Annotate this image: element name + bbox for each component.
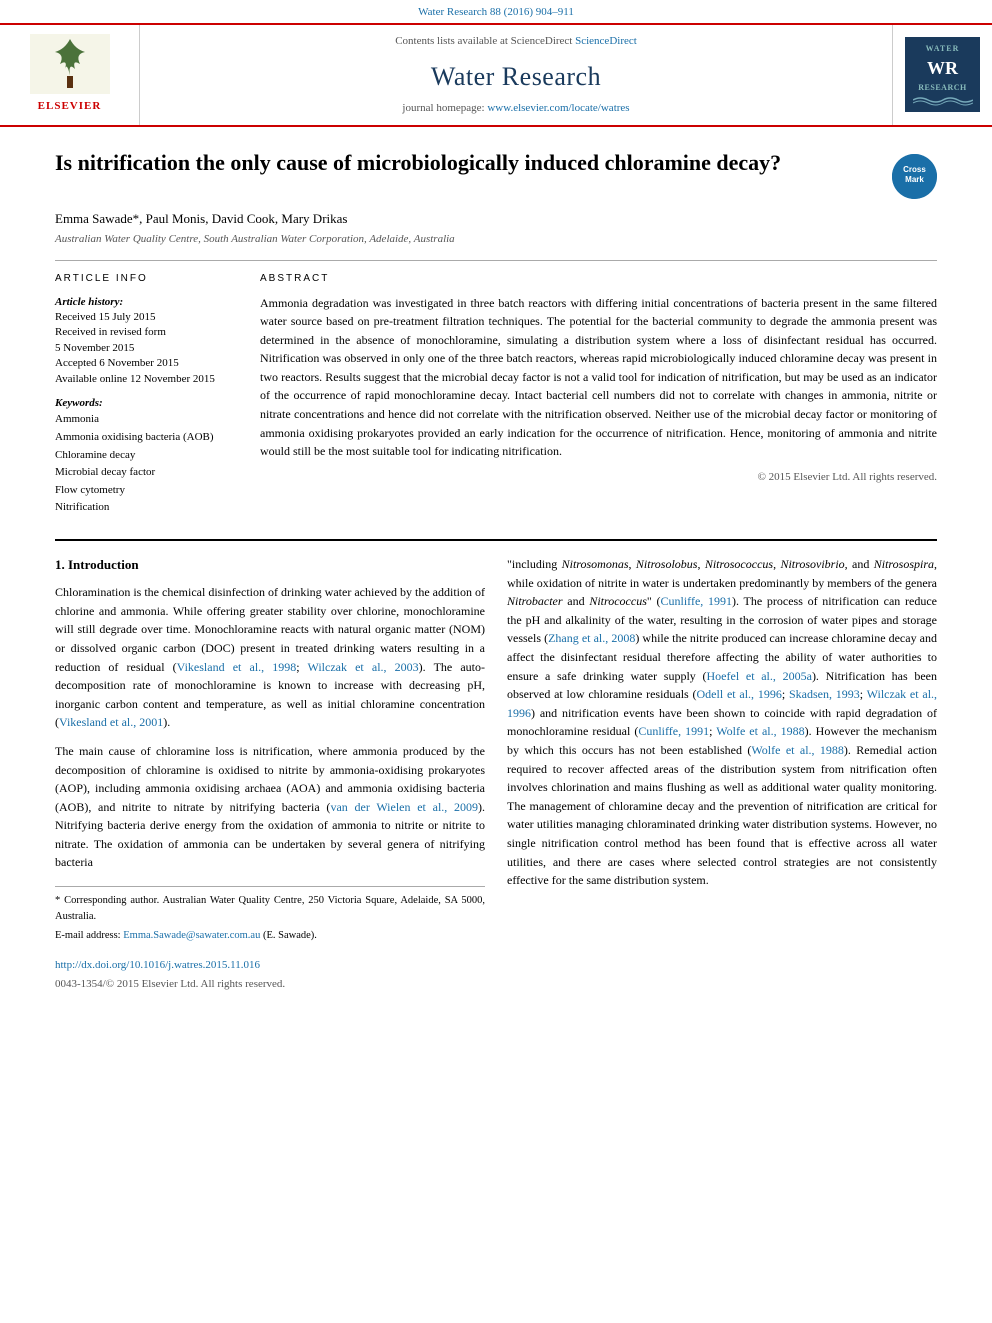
cite-wolfe-1988b[interactable]: Wolfe et al., 1988 bbox=[751, 743, 844, 757]
crossmark-svg: Cross Mark bbox=[892, 154, 937, 199]
cite-vikesland-2001[interactable]: Vikesland et al., 2001 bbox=[59, 715, 163, 729]
cite-vanderwielen[interactable]: van der Wielen et al., 2009 bbox=[330, 800, 478, 814]
keywords-list: Ammonia Ammonia oxidising bacteria (AOB)… bbox=[55, 411, 240, 517]
doi-link[interactable]: http://dx.doi.org/10.1016/j.watres.2015.… bbox=[55, 959, 260, 971]
elsevier-tree-icon bbox=[30, 34, 110, 94]
cite-odell-1996[interactable]: Odell et al., 1996 bbox=[697, 687, 782, 701]
journal-banner: Water Research 88 (2016) 904–911 bbox=[0, 0, 992, 23]
page-content: Is nitrification the only cause of micro… bbox=[0, 149, 992, 994]
issn-line: 0043-1354/© 2015 Elsevier Ltd. All right… bbox=[55, 976, 485, 993]
wr-logo-research: RESEARCH bbox=[918, 82, 966, 94]
keywords-block: Keywords: Ammonia Ammonia oxidising bact… bbox=[55, 395, 240, 517]
right-para1: "including Nitrosomonas, Nitrosolobus, N… bbox=[507, 555, 937, 890]
keyword-1: Ammonia bbox=[55, 411, 240, 429]
received-text: Received 15 July 2015 bbox=[55, 310, 240, 325]
abstract-panel: ABSTRACT Ammonia degradation was investi… bbox=[260, 271, 937, 526]
abstract-heading: ABSTRACT bbox=[260, 271, 937, 286]
cite-zhang-2008[interactable]: Zhang et al., 2008 bbox=[548, 631, 635, 645]
cite-cunliffe-1991[interactable]: Cunliffe, 1991 bbox=[661, 594, 733, 608]
article-title-section: Is nitrification the only cause of micro… bbox=[55, 149, 937, 199]
wr-logo-water: WATER bbox=[926, 43, 960, 55]
keyword-6: Nitrification bbox=[55, 499, 240, 517]
footnote-email-link[interactable]: Emma.Sawade@sawater.com.au bbox=[123, 930, 260, 941]
sciencedirect-label: Contents lists available at ScienceDirec… bbox=[395, 33, 637, 50]
elsevier-logo-area: ELSEVIER bbox=[0, 25, 140, 125]
journal-title-area: Contents lists available at ScienceDirec… bbox=[140, 25, 892, 125]
crossmark-badge[interactable]: Cross Mark bbox=[892, 154, 937, 199]
keyword-4: Microbial decay factor bbox=[55, 464, 240, 482]
wr-logo: WATER WR RESEARCH bbox=[905, 37, 980, 112]
cite-vikesland-1998[interactable]: Vikesland et al., 1998 bbox=[177, 660, 297, 674]
footnote-corresponding: * Corresponding author. Australian Water… bbox=[55, 893, 485, 925]
affiliation: Australian Water Quality Centre, South A… bbox=[55, 231, 937, 248]
divider-2 bbox=[55, 539, 937, 541]
keywords-label: Keywords: bbox=[55, 395, 240, 412]
intro-para2: The main cause of chloramine loss is nit… bbox=[55, 742, 485, 872]
wr-logo-mid: WR bbox=[927, 55, 958, 82]
cite-hoefel-2005a[interactable]: Hoefel et al., 2005a bbox=[707, 669, 812, 683]
left-body-col: 1. Introduction Chloramination is the ch… bbox=[55, 555, 485, 993]
history-label: Article history: bbox=[55, 294, 240, 311]
history-block: Article history: Received 15 July 2015 R… bbox=[55, 294, 240, 387]
wr-logo-area: WATER WR RESEARCH bbox=[892, 25, 992, 125]
article-title: Is nitrification the only cause of micro… bbox=[55, 149, 892, 178]
intro-section-title: 1. Introduction bbox=[55, 555, 485, 575]
keyword-3: Chloramine decay bbox=[55, 447, 240, 465]
divider-1 bbox=[55, 260, 937, 261]
journal-homepage: journal homepage: www.elsevier.com/locat… bbox=[402, 100, 629, 117]
footnote-area: * Corresponding author. Australian Water… bbox=[55, 886, 485, 943]
journal-title: Water Research bbox=[431, 57, 601, 96]
doi-line: http://dx.doi.org/10.1016/j.watres.2015.… bbox=[55, 957, 485, 974]
right-body-col: "including Nitrosomonas, Nitrosolobus, N… bbox=[507, 555, 937, 993]
authors: Emma Sawade*, Paul Monis, David Cook, Ma… bbox=[55, 209, 937, 229]
cite-cunliffe-1991b[interactable]: Cunliffe, 1991 bbox=[638, 724, 709, 738]
journal-header: ELSEVIER Contents lists available at Sci… bbox=[0, 23, 992, 127]
cite-wolfe-1988[interactable]: Wolfe et al., 1988 bbox=[716, 724, 804, 738]
svg-text:Mark: Mark bbox=[905, 175, 924, 184]
cite-skadsen-1993[interactable]: Skadsen, 1993 bbox=[789, 687, 860, 701]
sciencedirect-link[interactable]: ScienceDirect bbox=[575, 35, 637, 47]
elsevier-text: ELSEVIER bbox=[38, 98, 102, 115]
copyright-line: © 2015 Elsevier Ltd. All rights reserved… bbox=[260, 469, 937, 486]
footnote-email: E-mail address: Emma.Sawade@sawater.com.… bbox=[55, 928, 485, 944]
journal-ref: Water Research 88 (2016) 904–911 bbox=[418, 6, 574, 18]
accepted-text: Accepted 6 November 2015 bbox=[55, 356, 240, 371]
journal-homepage-link[interactable]: www.elsevier.com/locate/watres bbox=[487, 102, 629, 114]
wr-wave-icon bbox=[913, 94, 973, 106]
keyword-2: Ammonia oxidising bacteria (AOB) bbox=[55, 429, 240, 447]
abstract-text: Ammonia degradation was investigated in … bbox=[260, 294, 937, 461]
crossmark-icon: Cross Mark bbox=[892, 154, 937, 199]
revised-text: Received in revised form5 November 2015 bbox=[55, 325, 240, 356]
available-text: Available online 12 November 2015 bbox=[55, 372, 240, 387]
elsevier-logo: ELSEVIER bbox=[30, 34, 110, 115]
info-abstract-section: ARTICLE INFO Article history: Received 1… bbox=[55, 271, 937, 526]
body-columns: 1. Introduction Chloramination is the ch… bbox=[55, 555, 937, 993]
intro-para1: Chloramination is the chemical disinfect… bbox=[55, 583, 485, 732]
article-info-panel: ARTICLE INFO Article history: Received 1… bbox=[55, 271, 240, 526]
keyword-5: Flow cytometry bbox=[55, 482, 240, 500]
svg-text:Cross: Cross bbox=[903, 165, 926, 174]
article-info-heading: ARTICLE INFO bbox=[55, 271, 240, 286]
cite-wilczak-2003[interactable]: Wilczak et al., 2003 bbox=[308, 660, 419, 674]
